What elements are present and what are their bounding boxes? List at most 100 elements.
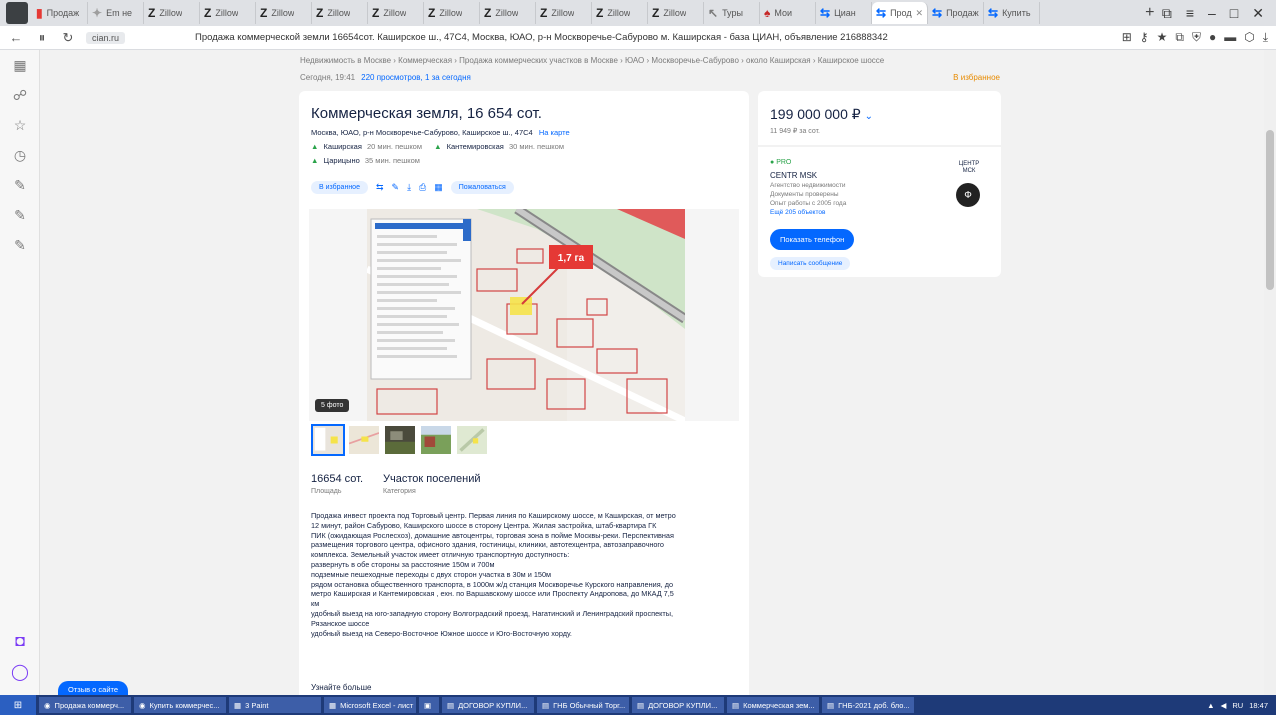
- agent-objects-link[interactable]: Ещё 205 объектов: [770, 209, 825, 216]
- taskbar-app[interactable]: ◉ Купить коммерчес...: [134, 697, 226, 713]
- browser-tab[interactable]: Z Zillow: [200, 2, 256, 24]
- browser-tab[interactable]: Z Zillow: [312, 2, 368, 24]
- bookmark-star-icon[interactable]: ★: [1157, 30, 1168, 45]
- collections-icon[interactable]: ☍: [0, 80, 40, 110]
- reload-button[interactable]: ↻: [60, 30, 76, 46]
- browser-tab[interactable]: ✦ Em не: [88, 2, 144, 24]
- page-scrollbar[interactable]: [1264, 50, 1276, 695]
- close-button[interactable]: ✕: [1252, 5, 1264, 22]
- history-icon[interactable]: ◷: [0, 140, 40, 170]
- views-count[interactable]: 220 просмотров, 1 за сегодня: [361, 73, 471, 82]
- pause-icon[interactable]: ⏸: [34, 30, 50, 46]
- maximize-button[interactable]: □: [1230, 5, 1238, 21]
- agent-name[interactable]: CENTR MSK: [770, 171, 817, 180]
- address-text[interactable]: Москва, ЮАО, р-н Москворечье-Сабурово, К…: [311, 128, 533, 137]
- taskbar-app[interactable]: ▤ ДОГОВОР КУПЛИ...: [632, 697, 724, 713]
- browser-tab[interactable]: ⇆ Купить: [984, 2, 1040, 24]
- start-button[interactable]: ⊞: [0, 695, 36, 715]
- browser-tab[interactable]: Z Zillow: [424, 2, 480, 24]
- browser-tab[interactable]: ↖ Туры: [704, 2, 760, 24]
- favorite-button[interactable]: В избранное: [311, 181, 368, 194]
- browser-tab[interactable]: ⇆ Прод ✕: [872, 2, 928, 24]
- browser-tab[interactable]: Z Zillow: [256, 2, 312, 24]
- area-label: Площадь: [311, 488, 342, 495]
- photo-count-badge[interactable]: 5 фото: [315, 399, 350, 412]
- chevron-down-icon[interactable]: ⌄: [865, 111, 873, 122]
- report-button[interactable]: Пожаловаться: [450, 181, 514, 194]
- edit-icon[interactable]: ✎: [392, 182, 400, 193]
- browser-tab[interactable]: Z Zillow: [368, 2, 424, 24]
- minimize-button[interactable]: –: [1208, 5, 1216, 21]
- assistant-icon[interactable]: ◘: [0, 627, 40, 657]
- menu-icon[interactable]: ≡: [1186, 5, 1194, 21]
- pin-icon[interactable]: ●: [1209, 30, 1216, 45]
- print-icon[interactable]: ⎙: [419, 182, 426, 193]
- taskbar-app[interactable]: ▣: [419, 697, 439, 713]
- extension-icon[interactable]: ⧉: [1175, 30, 1184, 45]
- compare-icon[interactable]: ⇆: [376, 182, 384, 193]
- map-link[interactable]: На карте: [539, 128, 570, 137]
- browser-tab[interactable]: Z Zillow: [144, 2, 200, 24]
- favorite-link[interactable]: В избранное: [953, 73, 1000, 82]
- thumbnail[interactable]: [419, 424, 453, 456]
- page-title-bar[interactable]: Продажа коммерческой земли 16654сот. Каш…: [195, 32, 1112, 43]
- taskbar-app[interactable]: ▦ Microsoft Excel - лист: [324, 697, 416, 713]
- thumbnail[interactable]: [347, 424, 381, 456]
- taskbar-app-icon: ◉: [44, 700, 51, 710]
- favorites-icon[interactable]: ☆: [0, 110, 40, 140]
- photo-gallery[interactable]: 1,7 га 5 фото: [309, 209, 739, 421]
- url-host[interactable]: cian.ru: [86, 31, 126, 44]
- notes-icon-2[interactable]: ✎: [0, 200, 40, 230]
- browser-menu-icon[interactable]: [6, 2, 28, 24]
- taskbar-app[interactable]: ◉ Продажа коммерч...: [39, 697, 131, 713]
- metro-time: 30 мин. пешком: [508, 142, 564, 151]
- bookmarks-icon[interactable]: ⧉: [1162, 5, 1172, 22]
- browser-tab[interactable]: ⇆ Циан: [816, 2, 872, 24]
- main-photo-map[interactable]: 1,7 га: [367, 209, 685, 421]
- shield-icon[interactable]: ⛨: [1192, 30, 1201, 45]
- browser-tab[interactable]: ♠ Мои: [760, 2, 816, 24]
- scroll-thumb[interactable]: [1266, 130, 1274, 290]
- taskbar-app[interactable]: ▦ 3 Paint: [229, 697, 321, 713]
- thumbnail[interactable]: [383, 424, 417, 456]
- download-icon[interactable]: ⤓: [407, 182, 411, 193]
- language-indicator[interactable]: RU: [1232, 701, 1243, 710]
- browser-tab[interactable]: Z Zillow: [648, 2, 704, 24]
- folder-icon[interactable]: ▬: [1224, 30, 1236, 45]
- browser-tab[interactable]: Z Zillow: [592, 2, 648, 24]
- volume-icon[interactable]: ◀: [1221, 701, 1227, 710]
- tab-close-icon[interactable]: ✕: [915, 8, 923, 19]
- new-tab-button[interactable]: +: [1138, 4, 1162, 22]
- tabs-panel-icon[interactable]: ▦: [0, 50, 40, 80]
- metro-name[interactable]: Каширская: [324, 142, 362, 151]
- clock[interactable]: 18:47: [1249, 701, 1268, 710]
- browser-tab[interactable]: ⇆ Продаж: [928, 2, 984, 24]
- listing-facts: 16654 сот. Площадь Участок поселений Кат…: [311, 473, 481, 495]
- write-message-button[interactable]: Написать сообщение: [770, 257, 851, 270]
- browser-tab[interactable]: Z Zillow: [480, 2, 536, 24]
- taskbar-app[interactable]: ▤ ДОГОВОР КУПЛИ...: [442, 697, 534, 713]
- download-icon[interactable]: ⤓: [1263, 30, 1268, 45]
- key-icon[interactable]: ⚷: [1140, 30, 1149, 45]
- thumbnail[interactable]: [455, 424, 489, 456]
- browser-tab[interactable]: Z Zillow: [536, 2, 592, 24]
- back-button[interactable]: ←: [8, 30, 24, 45]
- taskbar-app[interactable]: ▤ ГНБ Обычный Торг...: [537, 697, 629, 713]
- breadcrumb[interactable]: Недвижимость в Москве › Коммерческая › П…: [300, 56, 1000, 65]
- notes-icon-3[interactable]: ✎: [0, 230, 40, 260]
- metro-name[interactable]: Царицыно: [324, 156, 360, 165]
- translate-icon[interactable]: ⊞: [1122, 30, 1132, 45]
- taskbar-app[interactable]: ▤ Коммерческая зем...: [727, 697, 819, 713]
- show-phone-button[interactable]: Показать телефон: [770, 229, 855, 250]
- taskbar-app[interactable]: ▤ ГНБ-2021 доб. бло...: [822, 697, 914, 713]
- agent-logo[interactable]: Ф: [956, 183, 980, 207]
- share-icon[interactable]: ▦: [434, 182, 443, 193]
- metro-name[interactable]: Кантемировская: [447, 142, 504, 151]
- thumbnail[interactable]: [311, 424, 345, 456]
- alice-icon[interactable]: ◯: [0, 657, 40, 687]
- notes-icon[interactable]: ✎: [0, 170, 40, 200]
- tab-label: Циан: [834, 8, 856, 18]
- network-icon[interactable]: ▲: [1207, 701, 1214, 710]
- browser-tab[interactable]: ▮ Продаж: [32, 2, 88, 24]
- lock-icon[interactable]: ⬡: [1244, 30, 1254, 45]
